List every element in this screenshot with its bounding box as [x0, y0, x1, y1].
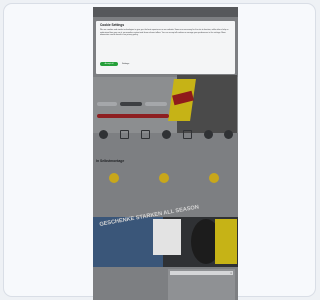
feature-item: [99, 173, 129, 186]
phone-screen: In Selbstmontage GESCHENKE STARKEN ALL S…: [93, 7, 238, 300]
promo-white-card: [153, 219, 181, 255]
shop-icon: [182, 130, 192, 139]
tag-icon: [159, 173, 169, 183]
category-item[interactable]: [221, 130, 235, 140]
category-item[interactable]: [117, 130, 131, 140]
category-item[interactable]: [159, 130, 173, 140]
feature-item: [149, 173, 179, 186]
section-title: In Selbstmontage: [96, 159, 125, 163]
search-button[interactable]: [97, 114, 169, 118]
contrast-icon: [223, 130, 233, 139]
truck-icon: [109, 173, 119, 183]
search-filter-pills: [97, 102, 169, 106]
close-icon[interactable]: ×: [230, 271, 232, 275]
gauge-icon: [203, 130, 213, 139]
tyre-icon: [98, 130, 108, 139]
clock-icon: [209, 173, 219, 183]
category-item[interactable]: [201, 130, 215, 140]
modal-body: We use cookies and similar technologies …: [100, 29, 229, 37]
modal-title: Cookie Settings: [100, 23, 125, 27]
filter-pill[interactable]: [97, 102, 117, 106]
car-icon: [119, 130, 129, 139]
category-item[interactable]: [180, 130, 194, 140]
cookie-consent-modal: Cookie Settings We use cookies and simil…: [96, 21, 235, 74]
promo-yellow-stripe: [215, 219, 237, 264]
rim-icon: [140, 130, 150, 139]
category-icon-row: [93, 124, 238, 154]
battery-icon: [161, 130, 171, 139]
filter-pill-active[interactable]: [120, 102, 142, 106]
chat-input[interactable]: [170, 271, 233, 275]
category-item[interactable]: [96, 130, 110, 140]
chat-widget[interactable]: ×: [168, 269, 235, 300]
accept-all-button[interactable]: Accept all: [100, 62, 118, 66]
category-item[interactable]: [138, 130, 152, 140]
cookie-settings-link[interactable]: Settings: [122, 62, 129, 66]
top-navigation-bar: [93, 7, 238, 17]
filter-pill[interactable]: [145, 102, 167, 106]
feature-item: [199, 173, 229, 186]
